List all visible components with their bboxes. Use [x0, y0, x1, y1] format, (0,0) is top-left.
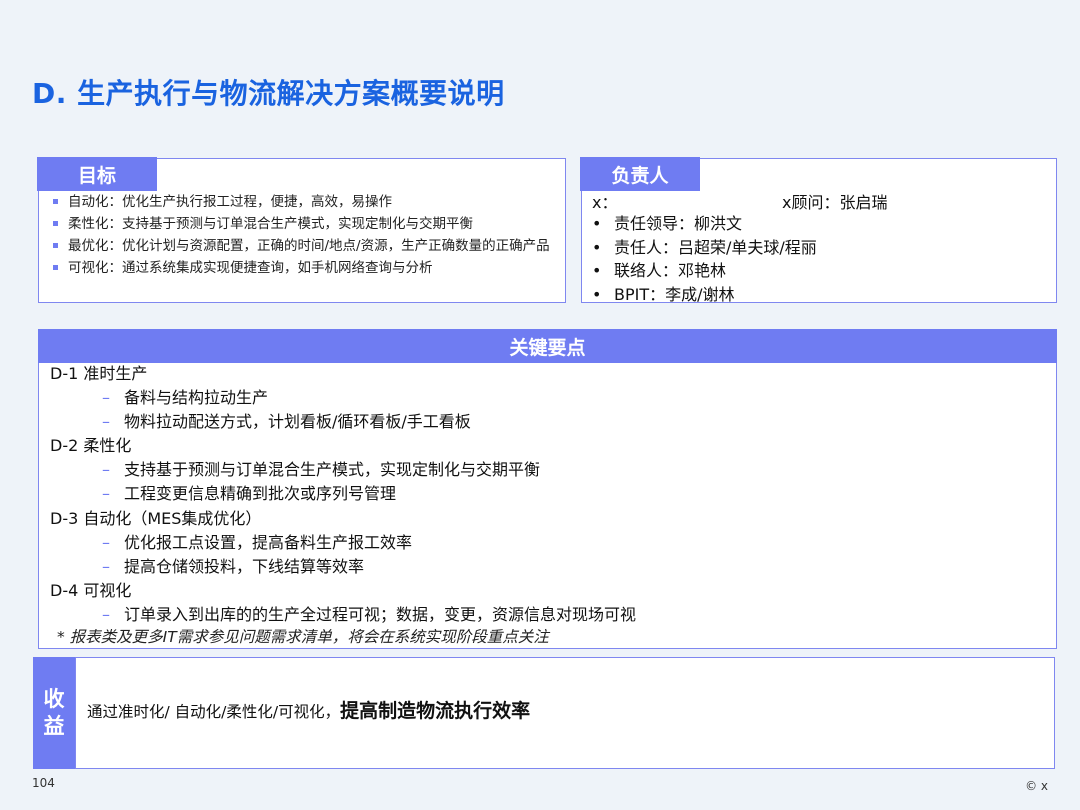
- goal-list: 自动化：优化生产执行报工过程，便捷，高效，易操作 柔性化：支持基于预测与订单混合…: [51, 193, 555, 281]
- benefit-text-bold: 提高制造物流执行效率: [340, 700, 531, 722]
- goal-tab: 目标: [37, 157, 157, 191]
- section-item: – 工程变更信息精确到批次或序列号管理: [50, 482, 636, 506]
- page-title: D. 生产执行与物流解决方案概要说明: [32, 77, 505, 110]
- section-item-text: 物料拉动配送方式，计划看板/循环看板/手工看板: [124, 412, 471, 432]
- dash-icon: –: [102, 484, 110, 504]
- goal-panel: 目标 自动化：优化生产执行报工过程，便捷，高效，易操作 柔性化：支持基于预测与订…: [37, 157, 566, 303]
- section-item: – 备料与结构拉动生产: [50, 386, 636, 410]
- key-points-content: D-1 准时生产 – 备料与结构拉动生产 – 物料拉动配送方式，计划看板/循环看板/…: [50, 362, 636, 627]
- section-item: – 支持基于预测与订单混合生产模式，实现定制化与交期平衡: [50, 458, 636, 482]
- goal-item: 最优化：优化计划与资源配置，正确的时间/地点/资源，生产正确数量的正确产品: [51, 237, 555, 255]
- section-item-text: 支持基于预测与订单混合生产模式，实现定制化与交期平衡: [124, 460, 541, 480]
- dash-icon: –: [102, 532, 110, 552]
- section-item-text: 备料与结构拉动生产: [124, 388, 269, 408]
- responsible-item: • BPIT：李成/谢林: [592, 283, 817, 307]
- x-label: x：: [592, 193, 618, 212]
- benefit-label-line: 益: [43, 714, 65, 738]
- dash-icon: –: [102, 388, 110, 408]
- key-points-header: 关键要点: [38, 329, 1057, 363]
- benefit-text: 通过准时化/ 自动化/柔性化/可视化，提高制造物流执行效率: [87, 696, 530, 723]
- dash-icon: –: [102, 604, 110, 624]
- bullet-icon: •: [592, 237, 602, 257]
- section-item: – 优化报工点设置，提高备料生产报工效率: [50, 531, 636, 555]
- goal-item: 自动化：优化生产执行报工过程，便捷，高效，易操作: [51, 193, 555, 211]
- responsible-item-text: 责任人：吕超荣/单夫球/程丽: [614, 237, 817, 257]
- responsible-item: • 联络人：邓艳林: [592, 259, 817, 283]
- benefit-panel: 通过准时化/ 自动化/柔性化/可视化，提高制造物流执行效率: [75, 657, 1055, 769]
- section-item-text: 提高仓储领投料，下线结算等效率: [124, 556, 365, 576]
- responsible-item-text: 联络人：邓艳林: [614, 261, 727, 280]
- benefit-text-normal: 通过准时化/ 自动化/柔性化/可视化，: [87, 703, 341, 721]
- section-item-text: 优化报工点设置，提高备料生产报工效率: [124, 532, 413, 552]
- benefit-label-line: 收: [43, 687, 65, 711]
- goal-item: 可视化：通过系统集成实现便捷查询，如手机网络查询与分析: [51, 259, 555, 277]
- responsible-tab: 负责人: [580, 157, 700, 191]
- dash-icon: –: [102, 460, 110, 480]
- section-title: D-4 可视化: [50, 580, 132, 600]
- responsible-item: • 责任人：吕超荣/单夫球/程丽: [592, 236, 817, 260]
- section-title: D-3 自动化（MES集成优化）: [50, 508, 262, 528]
- bullet-icon: •: [592, 214, 602, 233]
- section-item: – 提高仓储领投料，下线结算等效率: [50, 555, 636, 579]
- key-points-panel: D-1 准时生产 – 备料与结构拉动生产 – 物料拉动配送方式，计划看板/循环看板/…: [38, 363, 1057, 649]
- benefit-label: 收 益: [33, 657, 75, 769]
- section-title: D-1 准时生产: [50, 364, 148, 383]
- section-item: – 订单录入到出库的的生产全过程可视；数据，变更，资源信息对现场可视: [50, 603, 636, 627]
- dash-icon: –: [102, 412, 110, 432]
- responsible-item-text: BPIT：李成/谢林: [614, 284, 735, 304]
- responsible-item: • 责任领导：柳洪文: [592, 212, 817, 236]
- responsible-item-text: 责任领导：柳洪文: [614, 214, 743, 233]
- copyright: © x: [1025, 779, 1048, 793]
- responsible-list: • 责任领导：柳洪文 • 责任人：吕超荣/单夫球/程丽 • 联络人：邓艳林 • BPIT…: [592, 212, 817, 306]
- section-title: D-2 柔性化: [50, 436, 132, 456]
- bullet-icon: •: [592, 261, 602, 280]
- dash-icon: –: [102, 556, 110, 576]
- section-item: – 物料拉动配送方式，计划看板/循环看板/手工看板: [50, 410, 636, 434]
- section-item-text: 订单录入到出库的的生产全过程可视；数据，变更，资源信息对现场可视: [124, 604, 637, 624]
- key-points-note: * 报表类及更多IT需求参见问题需求清单，将会在系统实现阶段重点关注: [57, 628, 549, 646]
- responsible-header-line: x： x顾问：张启瑞: [592, 189, 1032, 212]
- page-number: 104: [32, 776, 55, 790]
- goal-item: 柔性化：支持基于预测与订单混合生产模式，实现定制化与交期平衡: [51, 215, 555, 233]
- bullet-icon: •: [592, 284, 602, 304]
- responsible-panel: 负责人 x： x顾问：张启瑞 • 责任领导：柳洪文 • 责任人：吕超荣/单夫球/程丽…: [580, 157, 1057, 306]
- advisor-label: x顾问：张启瑞: [782, 193, 888, 212]
- section-item-text: 工程变更信息精确到批次或序列号管理: [124, 484, 397, 504]
